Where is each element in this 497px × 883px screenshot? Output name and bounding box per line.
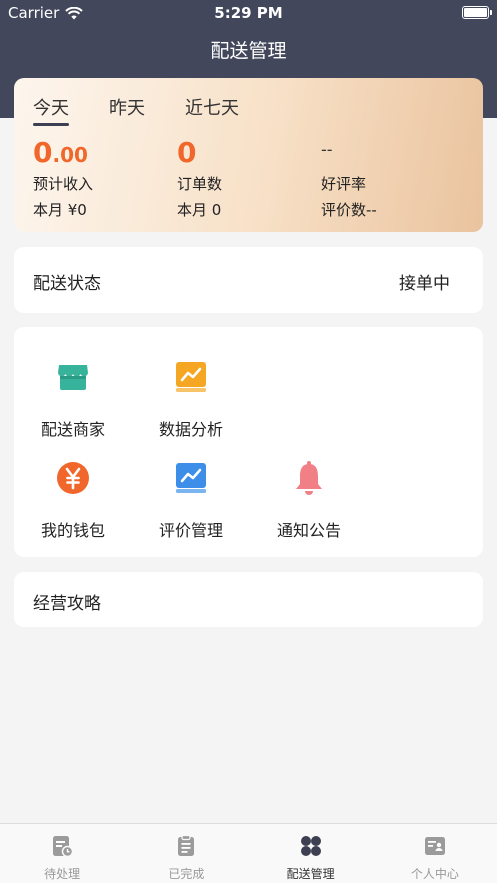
clock: 5:29 PM [214, 4, 283, 22]
delivery-status-title: 配送状态 [33, 274, 101, 294]
grid-item-label: 通知公告 [276, 521, 341, 540]
grid-item-reviews[interactable]: 评价管理 [132, 460, 250, 541]
delivery-status-row[interactable]: 配送状态 接单中 [14, 247, 483, 313]
stats-card: 今天 昨天 近七天 0.00 预计收入 本月 ¥0 0 订单数 本月 0 -- … [14, 78, 483, 232]
grid-item-data-analysis[interactable]: 数据分析 [132, 359, 250, 440]
tabbar-label: 个人中心 [410, 867, 459, 881]
grid-item-merchants[interactable]: 配送商家 [14, 359, 132, 440]
battery-icon [462, 6, 492, 19]
income-month: 本月 ¥0 [33, 201, 87, 219]
orders-value: 0 [177, 136, 197, 169]
review-chart-icon [176, 463, 206, 493]
tabbar-item-profile[interactable]: 个人中心 [373, 824, 497, 883]
tabbar-label: 配送管理 [286, 867, 335, 881]
tabbar-label: 已完成 [168, 867, 205, 881]
grid-item-label: 评价管理 [158, 521, 223, 540]
orders-stat: 0 订单数 本月 0 [177, 136, 222, 222]
business-strategy-row[interactable]: 经营攻略 [14, 572, 483, 627]
tab-yesterday[interactable]: 昨天 [109, 94, 145, 126]
rating-stat: -- 好评率 评价数-- [321, 136, 377, 222]
grid-item-label: 配送商家 [40, 420, 105, 439]
pending-icon [53, 836, 74, 858]
bell-icon [296, 461, 322, 495]
store-icon [58, 365, 88, 390]
orders-label: 订单数 [177, 175, 223, 193]
tab-today[interactable]: 今天 [33, 94, 69, 126]
tabbar-item-delivery-management[interactable]: 配送管理 [249, 824, 373, 883]
profile-card-icon [424, 837, 445, 855]
chart-icon [176, 362, 206, 392]
feature-grid: 配送商家 数据分析 我的钱包 评价管理 通知公告 [14, 327, 483, 557]
delivery-status-value[interactable]: 接单中 [399, 269, 450, 294]
rating-label: 好评率 [321, 175, 367, 193]
grid-item-label: 我的钱包 [40, 521, 105, 540]
page-title: 配送管理 [210, 40, 287, 62]
grid-item-notices[interactable]: 通知公告 [250, 460, 368, 541]
clipboard-icon [178, 834, 195, 856]
income-label: 预计收入 [33, 175, 94, 193]
tab-last-seven-days[interactable]: 近七天 [185, 94, 239, 126]
rating-value: -- [321, 140, 333, 159]
grid-item-label: 数据分析 [158, 420, 223, 439]
tabbar-item-completed[interactable]: 已完成 [124, 824, 248, 883]
period-tabs: 今天 昨天 近七天 [33, 94, 279, 126]
business-strategy-title: 经营攻略 [33, 594, 101, 614]
rating-count: 评价数-- [321, 201, 377, 219]
status-bar: Carrier 5:29 PM [0, 0, 497, 26]
income-value: 0.00 [33, 136, 88, 169]
grid-icon [300, 836, 321, 856]
tabbar-item-pending[interactable]: 待处理 [0, 824, 124, 883]
wallet-yen-icon [57, 462, 89, 494]
grid-item-wallet[interactable]: 我的钱包 [14, 460, 132, 541]
tabbar-label: 待处理 [44, 867, 81, 881]
orders-month: 本月 0 [177, 201, 222, 219]
tab-bar: 待处理 已完成 配送管理 个人中心 [0, 823, 497, 883]
income-stat: 0.00 预计收入 本月 ¥0 [33, 136, 93, 222]
